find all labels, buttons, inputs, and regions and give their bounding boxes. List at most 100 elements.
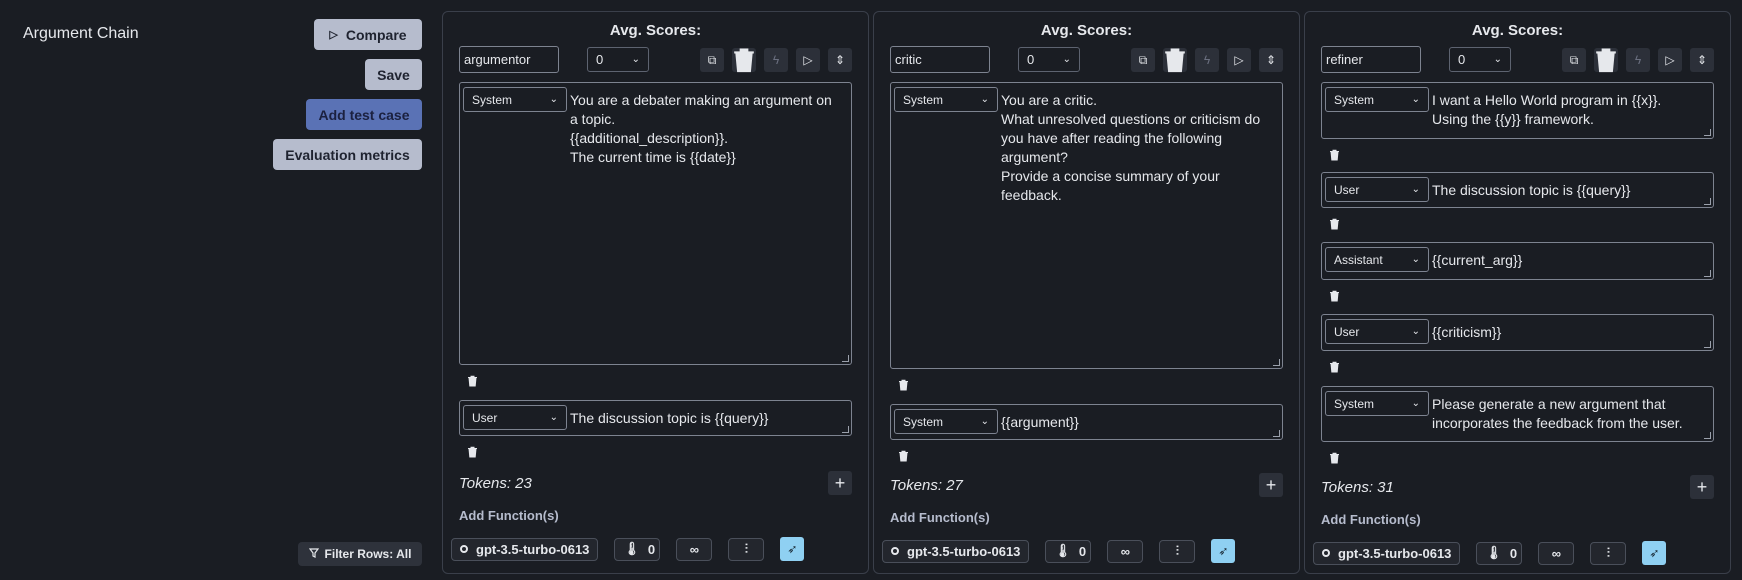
evaluation-metrics-button[interactable]: Evaluation metrics — [273, 139, 422, 170]
message-text[interactable]: {{argument}} — [1001, 413, 1272, 432]
add-message-button[interactable]: + — [828, 471, 852, 495]
add-functions-link[interactable]: Add Function(s) — [890, 510, 990, 525]
trash-icon[interactable] — [465, 445, 479, 459]
trash-icon[interactable] — [1327, 360, 1341, 374]
add-message-button[interactable]: + — [1690, 475, 1714, 499]
score-select[interactable]: 0 ⌄ — [1018, 47, 1080, 72]
trash-icon[interactable] — [896, 449, 910, 463]
score-select[interactable]: 0 ⌄ — [1449, 47, 1511, 72]
parameters-control[interactable]: ⫶ — [1159, 539, 1196, 563]
score-select[interactable]: 0 ⌄ — [587, 47, 649, 72]
trash-icon[interactable] — [465, 374, 479, 388]
expand-collapse-icon[interactable]: ⇕ — [1690, 48, 1714, 72]
message-text[interactable]: {{criticism}} — [1432, 323, 1703, 342]
delete-icon[interactable] — [1163, 48, 1187, 73]
filter-rows-label: Filter Rows: All — [324, 547, 412, 561]
message-text[interactable]: The discussion topic is {{query}} — [1432, 181, 1703, 200]
trash-icon[interactable] — [1327, 217, 1341, 231]
role-value: User — [1334, 324, 1360, 339]
temperature-control[interactable]: 🌡︎ 0 — [1476, 541, 1523, 565]
trash-icon[interactable] — [1327, 451, 1341, 465]
prompt-panel-refiner: Avg. Scores: refiner 0 ⌄ ⧉ ϟ ▷ ⇕ System ⌄ I … — [1304, 11, 1731, 574]
add-test-case-button[interactable]: Add test case — [306, 99, 422, 130]
run-icon[interactable]: ▷ — [1227, 48, 1251, 72]
add-functions-link[interactable]: Add Function(s) — [1321, 512, 1421, 527]
max-tokens-control[interactable]: ∞ — [676, 537, 713, 561]
trash-icon[interactable] — [1327, 148, 1341, 162]
max-tokens-control[interactable]: ∞ — [1538, 541, 1575, 565]
role-select[interactable]: User ⌄ — [1325, 177, 1429, 202]
save-button[interactable]: Save — [365, 59, 422, 90]
message-box[interactable]: System ⌄ You are a debater making an argu… — [459, 82, 852, 365]
resize-handle[interactable] — [842, 426, 849, 433]
delete-icon[interactable] — [732, 48, 756, 73]
parameters-control[interactable]: ⫶ — [728, 537, 765, 561]
message-text[interactable]: You are a debater making an argument on … — [570, 91, 841, 167]
trash-icon[interactable] — [1327, 289, 1341, 303]
compare-button[interactable]: ▷ Compare — [314, 19, 422, 50]
rocket-icon[interactable]: ➶ — [780, 537, 805, 561]
model-select[interactable]: gpt-3.5-turbo-0613 — [1313, 541, 1461, 565]
expand-collapse-icon[interactable]: ⇕ — [828, 48, 852, 72]
infinity-icon: ∞ — [689, 541, 700, 557]
resize-handle[interactable] — [1273, 359, 1280, 366]
add-functions-link[interactable]: Add Function(s) — [459, 508, 559, 523]
message-box[interactable]: System ⌄ {{argument}} — [890, 404, 1283, 440]
message-text[interactable]: You are a critic. What unresolved questi… — [1001, 91, 1272, 205]
prompt-name-input[interactable]: critic — [890, 46, 990, 73]
rocket-icon[interactable]: ➶ — [1211, 539, 1236, 563]
trash-icon[interactable] — [896, 378, 910, 392]
prompt-name-input[interactable]: argumentor — [459, 46, 559, 73]
role-select[interactable]: System ⌄ — [463, 87, 567, 112]
role-select[interactable]: System ⌄ — [894, 87, 998, 112]
resize-handle[interactable] — [1273, 430, 1280, 437]
message-text[interactable]: {{current_arg}} — [1432, 251, 1703, 270]
duplicate-icon[interactable]: ⧉ — [1131, 48, 1155, 72]
max-tokens-control[interactable]: ∞ — [1107, 539, 1144, 563]
role-select[interactable]: User ⌄ — [463, 405, 567, 430]
duplicate-icon[interactable]: ⧉ — [700, 48, 724, 72]
delete-icon[interactable] — [1594, 48, 1618, 73]
message-box[interactable]: System ⌄ I want a Hello World program in … — [1321, 82, 1714, 139]
model-settings-row: gpt-3.5-turbo-0613 🌡︎ 0 ∞ ⫶ ➶ — [451, 537, 805, 561]
lightning-icon[interactable]: ϟ — [1626, 48, 1650, 72]
resize-handle[interactable] — [1704, 270, 1711, 277]
duplicate-icon[interactable]: ⧉ — [1562, 48, 1586, 72]
run-icon[interactable]: ▷ — [1658, 48, 1682, 72]
resize-handle[interactable] — [1704, 341, 1711, 348]
message-box[interactable]: User ⌄ {{criticism}} — [1321, 314, 1714, 351]
message-box[interactable]: System ⌄ You are a critic. What unresolve… — [890, 82, 1283, 369]
role-select[interactable]: System ⌄ — [1325, 87, 1429, 112]
prompt-name-input[interactable]: refiner — [1321, 46, 1421, 73]
role-select[interactable]: Assistant ⌄ — [1325, 247, 1429, 272]
temperature-value: 0 — [1509, 545, 1518, 561]
role-select[interactable]: User ⌄ — [1325, 319, 1429, 344]
role-select[interactable]: System ⌄ — [894, 409, 998, 434]
run-icon[interactable]: ▷ — [796, 48, 820, 72]
message-box[interactable]: System ⌄ Please generate a new argument t… — [1321, 386, 1714, 442]
resize-handle[interactable] — [1704, 129, 1711, 136]
parameters-control[interactable]: ⫶ — [1590, 541, 1627, 565]
rocket-icon[interactable]: ➶ — [1642, 541, 1667, 565]
temperature-control[interactable]: 🌡︎ 0 — [1045, 539, 1092, 563]
message-text[interactable]: The discussion topic is {{query}} — [570, 409, 841, 428]
add-message-button[interactable]: + — [1259, 473, 1283, 497]
message-text[interactable]: Please generate a new argument that inco… — [1432, 395, 1703, 433]
resize-handle[interactable] — [1704, 432, 1711, 439]
play-icon: ▷ — [329, 29, 338, 41]
message-box[interactable]: Assistant ⌄ {{current_arg}} — [1321, 242, 1714, 280]
resize-handle[interactable] — [1704, 198, 1711, 205]
lightning-icon[interactable]: ϟ — [1195, 48, 1219, 72]
resize-handle[interactable] — [842, 355, 849, 362]
filter-icon — [308, 547, 319, 561]
filter-rows-button[interactable]: Filter Rows: All — [298, 542, 422, 566]
message-box[interactable]: User ⌄ The discussion topic is {{query}} — [459, 400, 852, 436]
temperature-control[interactable]: 🌡︎ 0 — [614, 537, 661, 561]
expand-collapse-icon[interactable]: ⇕ — [1259, 48, 1283, 72]
role-select[interactable]: System ⌄ — [1325, 391, 1429, 416]
model-select[interactable]: gpt-3.5-turbo-0613 — [451, 537, 599, 561]
model-select[interactable]: gpt-3.5-turbo-0613 — [882, 539, 1030, 563]
lightning-icon[interactable]: ϟ — [764, 48, 788, 72]
message-box[interactable]: User ⌄ The discussion topic is {{query}} — [1321, 172, 1714, 208]
message-text[interactable]: I want a Hello World program in {{x}}. U… — [1432, 91, 1703, 129]
